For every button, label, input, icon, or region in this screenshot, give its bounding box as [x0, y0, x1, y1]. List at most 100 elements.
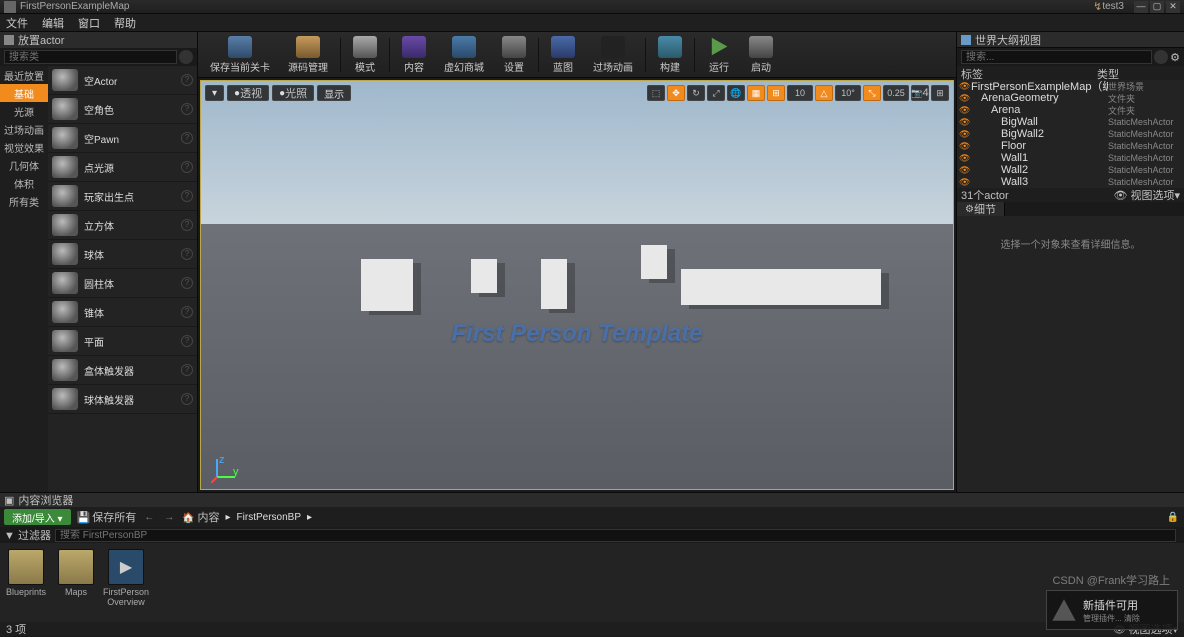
tree-row[interactable]: 👁Arena文件夹	[957, 104, 1184, 116]
place-item[interactable]: 圆柱体?	[48, 269, 197, 298]
blueprints-button[interactable]: 蓝图	[543, 34, 583, 76]
menu-file[interactable]: 文件	[6, 15, 28, 31]
category-5[interactable]: 几何体	[0, 156, 48, 174]
scale-snap[interactable]: ⤡	[863, 85, 881, 101]
content-search-input[interactable]	[55, 529, 1176, 542]
nav-forward-button[interactable]: →	[162, 510, 176, 524]
place-item[interactable]: 锥体?	[48, 298, 197, 327]
viewport[interactable]: ▾ ● 透视 ● 光照 显示 ⬚ ✥ ↻ ⤢ 🌐 ▦ ⊞ 10 △ 10° ⤡ …	[200, 80, 954, 490]
place-item[interactable]: 点光源?	[48, 153, 197, 182]
place-item[interactable]: 平面?	[48, 327, 197, 356]
surface-snap[interactable]: ▦	[747, 85, 765, 101]
help-icon[interactable]: ?	[181, 190, 193, 202]
visibility-icon[interactable]: 👁	[959, 129, 971, 140]
filter-button[interactable]: ▼ 过滤器	[4, 527, 51, 543]
angle-value[interactable]: 10°	[835, 85, 861, 101]
grid-value[interactable]: 10	[787, 85, 813, 101]
category-2[interactable]: 光源	[0, 102, 48, 120]
viewport-maximize[interactable]: ⊞	[931, 85, 949, 101]
cinematics-button[interactable]: 过场动画	[585, 34, 641, 76]
perspective-button[interactable]: ● 透视	[227, 85, 269, 101]
col-type[interactable]: 类型	[1097, 66, 1119, 80]
tree-row[interactable]: 👁BigWall2StaticMeshActor	[957, 128, 1184, 140]
view-options-button[interactable]: 👁 视图选项▾	[1113, 187, 1180, 203]
toast-sub[interactable]: 管理插件... 清除	[1083, 613, 1140, 624]
place-item[interactable]: 立方体?	[48, 211, 197, 240]
scale-value[interactable]: 0.25	[883, 85, 909, 101]
add-import-button[interactable]: 添加/导入 ▾	[4, 509, 71, 525]
outliner-options-icon[interactable]: ⚙	[1170, 51, 1180, 64]
grid-snap[interactable]: ⊞	[767, 85, 785, 101]
tree-row[interactable]: 👁Wall2StaticMeshActor	[957, 164, 1184, 176]
help-icon[interactable]: ?	[181, 219, 193, 231]
help-icon[interactable]: ?	[181, 306, 193, 318]
modes-button[interactable]: 模式	[345, 34, 385, 76]
help-icon[interactable]: ?	[181, 248, 193, 260]
search-classes-input[interactable]	[4, 50, 177, 64]
transform-scale[interactable]: ⤢	[707, 85, 725, 101]
category-7[interactable]: 所有类	[0, 192, 48, 210]
help-icon[interactable]: ?	[181, 393, 193, 405]
help-icon[interactable]: ?	[181, 364, 193, 376]
visibility-icon[interactable]: 👁	[959, 153, 971, 164]
place-item[interactable]: 玩家出生点?	[48, 182, 197, 211]
save-button[interactable]: 保存当前关卡	[202, 34, 278, 76]
viewport-options-button[interactable]: ▾	[205, 85, 224, 101]
details-tab[interactable]: ⚙ 细节	[957, 202, 1005, 216]
visibility-icon[interactable]: 👁	[959, 93, 971, 104]
outliner-search-input[interactable]	[961, 50, 1152, 64]
maximize-button[interactable]: ▢	[1150, 1, 1164, 13]
visibility-icon[interactable]: 👁	[959, 117, 971, 128]
help-icon[interactable]: ?	[181, 103, 193, 115]
transform-rotate[interactable]: ↻	[687, 85, 705, 101]
tree-row[interactable]: 👁Wall1StaticMeshActor	[957, 152, 1184, 164]
build-button[interactable]: 构建	[650, 34, 690, 76]
visibility-icon[interactable]: 👁	[959, 141, 971, 152]
marketplace-button[interactable]: 虚幻商城	[436, 34, 492, 76]
help-icon[interactable]: ?	[181, 277, 193, 289]
asset-item[interactable]: Maps	[56, 549, 96, 616]
tree-row[interactable]: 👁FloorStaticMeshActor	[957, 140, 1184, 152]
lock-icon[interactable]: 🔒	[1166, 510, 1180, 524]
category-1[interactable]: 基础	[0, 84, 48, 102]
tree-row[interactable]: 👁ArenaGeometry文件夹	[957, 92, 1184, 104]
minimize-button[interactable]: —	[1134, 1, 1148, 13]
play-button[interactable]: 运行	[699, 34, 739, 76]
outliner-tree[interactable]: 👁FirstPersonExampleMap（编辑器）世界场景👁ArenaGeo…	[957, 80, 1184, 188]
visibility-icon[interactable]: 👁	[959, 165, 971, 176]
category-0[interactable]: 最近放置	[0, 66, 48, 84]
category-4[interactable]: 视觉效果	[0, 138, 48, 156]
transform-select[interactable]: ⬚	[647, 85, 665, 101]
asset-item[interactable]: FirstPersonOverview	[106, 549, 146, 616]
coord-space[interactable]: 🌐	[727, 85, 745, 101]
show-button[interactable]: 显示	[317, 85, 351, 101]
settings-button[interactable]: 设置	[494, 34, 534, 76]
transform-move[interactable]: ✥	[667, 85, 685, 101]
place-item[interactable]: 球体?	[48, 240, 197, 269]
place-item[interactable]: 空Pawn?	[48, 124, 197, 153]
close-button[interactable]: ✕	[1166, 1, 1180, 13]
content-button[interactable]: 内容	[394, 34, 434, 76]
help-icon[interactable]: ?	[181, 132, 193, 144]
launch-button[interactable]: 启动	[741, 34, 781, 76]
visibility-icon[interactable]: 👁	[959, 105, 971, 116]
help-icon[interactable]: ?	[181, 161, 193, 173]
menu-edit[interactable]: 编辑	[42, 15, 64, 31]
save-all-button[interactable]: 💾保存所有	[77, 509, 137, 525]
menu-window[interactable]: 窗口	[78, 15, 100, 31]
col-label[interactable]: 标签	[957, 66, 1097, 80]
place-item[interactable]: 空Actor?	[48, 66, 197, 95]
search-icon[interactable]	[179, 50, 193, 64]
angle-snap[interactable]: △	[815, 85, 833, 101]
place-item[interactable]: 球体触发器?	[48, 385, 197, 414]
visibility-icon[interactable]: 👁	[959, 81, 971, 92]
place-item[interactable]: 空角色?	[48, 95, 197, 124]
help-icon[interactable]: ?	[181, 74, 193, 86]
breadcrumb-folder[interactable]: FirstPersonBP	[237, 512, 301, 523]
search-icon[interactable]	[1154, 50, 1168, 64]
source-control-button[interactable]: 源码管理	[280, 34, 336, 76]
category-3[interactable]: 过场动画	[0, 120, 48, 138]
source-control-icon[interactable]: ↯	[1093, 0, 1102, 13]
asset-item[interactable]: Blueprints	[6, 549, 46, 616]
breadcrumb-root[interactable]: 🏠 内容	[182, 509, 219, 525]
